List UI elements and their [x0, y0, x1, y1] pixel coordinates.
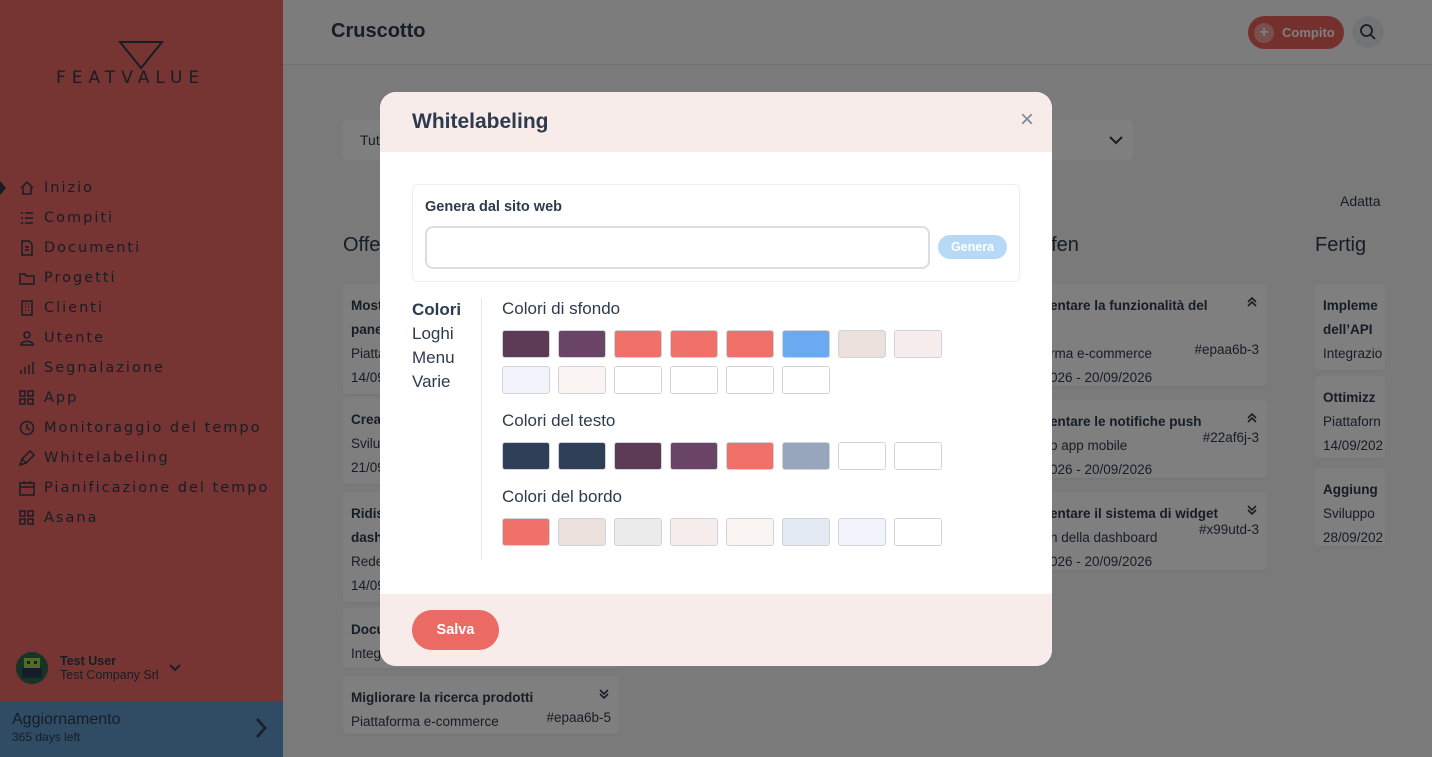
border-color-swatch[interactable] — [838, 518, 886, 546]
text-color-swatch[interactable] — [558, 442, 606, 470]
background-color-swatch[interactable] — [502, 366, 550, 394]
border-color-swatch[interactable] — [502, 518, 550, 546]
background-color-swatch[interactable] — [670, 330, 718, 358]
tab-logos[interactable]: Loghi — [412, 322, 481, 346]
whitelabeling-modal: Whitelabeling × Genera dal sito web Gene… — [380, 92, 1052, 666]
background-color-swatch[interactable] — [558, 330, 606, 358]
modal-footer: Salva — [380, 594, 1052, 666]
text-color-swatch[interactable] — [894, 442, 942, 470]
background-color-swatch[interactable] — [614, 366, 662, 394]
border-color-swatch[interactable] — [670, 518, 718, 546]
border-color-swatch[interactable] — [558, 518, 606, 546]
text-color-swatch[interactable] — [726, 442, 774, 470]
background-color-swatch[interactable] — [502, 330, 550, 358]
text-color-swatch[interactable] — [782, 442, 830, 470]
whitelabel-tabs: Colori Loghi Menu Varie — [412, 298, 482, 560]
background-color-swatch[interactable] — [726, 330, 774, 358]
save-button[interactable]: Salva — [412, 610, 499, 650]
background-color-swatch[interactable] — [782, 366, 830, 394]
text-color-swatch[interactable] — [614, 442, 662, 470]
background-color-swatches — [502, 330, 962, 394]
tab-misc[interactable]: Varie — [412, 370, 481, 394]
tab-colors[interactable]: Colori — [412, 298, 481, 322]
background-color-swatch[interactable] — [670, 366, 718, 394]
text-color-swatch[interactable] — [502, 442, 550, 470]
text-color-swatch[interactable] — [838, 442, 886, 470]
background-color-swatch[interactable] — [558, 366, 606, 394]
border-color-swatch[interactable] — [726, 518, 774, 546]
background-colors-title: Colori di sfondo — [502, 299, 621, 318]
border-color-swatch[interactable] — [894, 518, 942, 546]
background-color-swatch[interactable] — [782, 330, 830, 358]
text-colors-title: Colori del testo — [502, 411, 616, 430]
generate-from-website-panel: Genera dal sito web Genera — [412, 184, 1020, 282]
background-color-swatch[interactable] — [614, 330, 662, 358]
modal-header: Whitelabeling × — [380, 92, 1052, 152]
generate-button[interactable]: Genera — [938, 235, 1007, 259]
modal-title: Whitelabeling — [412, 110, 549, 133]
website-url-input[interactable] — [425, 226, 930, 269]
text-color-swatch[interactable] — [670, 442, 718, 470]
background-color-swatch[interactable] — [894, 330, 942, 358]
generate-label: Genera dal sito web — [425, 199, 562, 215]
background-color-swatch[interactable] — [838, 330, 886, 358]
border-color-swatches — [502, 518, 962, 546]
border-color-swatch[interactable] — [614, 518, 662, 546]
close-icon[interactable]: × — [1020, 108, 1034, 132]
border-colors-title: Colori del bordo — [502, 487, 623, 506]
text-color-swatches — [502, 442, 962, 470]
border-color-swatch[interactable] — [782, 518, 830, 546]
tab-menu[interactable]: Menu — [412, 346, 481, 370]
background-color-swatch[interactable] — [726, 366, 774, 394]
